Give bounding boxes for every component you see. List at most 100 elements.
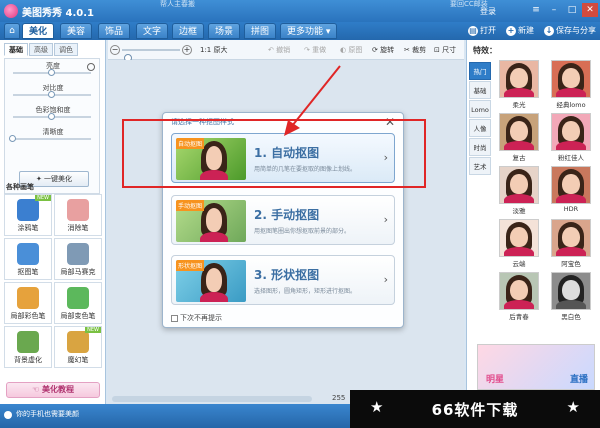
- effect-item[interactable]: 云端: [495, 219, 543, 270]
- magic-wand-icon: ✦: [35, 175, 45, 183]
- minimize-icon[interactable]: –: [546, 3, 562, 17]
- save-icon: ↓: [544, 26, 554, 36]
- status-text[interactable]: 你的手机也需要美颜: [16, 409, 79, 419]
- brush-4[interactable]: 局部彩色笔: [4, 282, 52, 324]
- menu-icon[interactable]: ≡: [528, 3, 544, 17]
- menu-tab[interactable]: 边框: [172, 23, 205, 39]
- watermark-text: 66软件下载: [431, 401, 519, 419]
- slider-track[interactable]: [13, 138, 91, 140]
- effect-item[interactable]: 经典lomo: [547, 60, 595, 111]
- effect-thumbnail: [499, 272, 539, 310]
- maximize-icon[interactable]: □: [564, 3, 580, 17]
- option-thumbnail: 手动抠图: [176, 200, 246, 242]
- menu-tab[interactable]: 拼图: [244, 23, 277, 39]
- horizontal-scrollbar[interactable]: [112, 396, 312, 402]
- brush-label: 局部彩色笔: [10, 312, 46, 320]
- effect-item[interactable]: 黑白色: [547, 272, 595, 323]
- zoom-out-icon[interactable]: −: [110, 45, 120, 55]
- sub-tab[interactable]: 基础: [4, 43, 28, 56]
- original-size-button[interactable]: 1:1 原大: [200, 44, 228, 56]
- ad-text-1: 明星: [486, 375, 505, 385]
- effect-category-tab[interactable]: Lomo: [469, 100, 491, 118]
- left-panel: 基础 高级 调色 亮度 对比度 色彩饱和度 清晰度 ✦ 一键美化 各种画笔 涂鸦笔 NEW 消…: [0, 40, 106, 408]
- menu-tab[interactable]: 美容: [60, 23, 93, 39]
- new-button[interactable]: + 新建: [506, 25, 534, 36]
- effect-label: 阿宝色: [561, 260, 581, 268]
- ad-banner[interactable]: 明星 直播: [477, 344, 595, 390]
- app-title: 美图秀秀 4.0.1: [22, 8, 94, 19]
- tutorial-button[interactable]: ☜ 美化教程: [6, 382, 100, 398]
- effect-category-tab[interactable]: 时尚: [469, 138, 491, 156]
- effect-thumbnail: [551, 272, 591, 310]
- undo-button[interactable]: ↶ 撤销: [268, 44, 290, 56]
- effect-label: 淡雅: [512, 207, 526, 215]
- save-share-button[interactable]: ↓ 保存与分享: [544, 25, 596, 36]
- effect-thumbnail: [499, 113, 539, 151]
- brush-0[interactable]: 涂鸦笔 NEW: [4, 194, 52, 236]
- menu-tab[interactable]: 更多功能 ▾: [280, 23, 338, 39]
- slider-knob[interactable]: [48, 113, 55, 120]
- effect-category-tab[interactable]: 热门: [469, 62, 491, 80]
- menu-tab[interactable]: 饰品: [98, 23, 131, 39]
- login-link[interactable]: 登录: [480, 6, 496, 17]
- ad-text-2: 直播: [569, 375, 588, 385]
- open-button[interactable]: ▤ 打开: [468, 25, 496, 36]
- brush-1[interactable]: 消除笔: [54, 194, 102, 236]
- zoom-slider[interactable]: [122, 49, 180, 62]
- brush-7[interactable]: 魔幻笔 NEW: [54, 326, 102, 368]
- brush-2[interactable]: 抠图笔: [4, 238, 52, 280]
- dont-show-checkbox[interactable]: [171, 314, 178, 322]
- slider-knob[interactable]: [48, 91, 55, 98]
- effect-item[interactable]: HDR: [547, 166, 595, 217]
- home-icon[interactable]: ⌂: [4, 23, 20, 39]
- effect-category-tab[interactable]: 艺术: [469, 157, 491, 175]
- menu-tab[interactable]: 场景: [208, 23, 241, 39]
- effect-thumbnail: [499, 60, 539, 98]
- effect-category-tab[interactable]: 基础: [469, 81, 491, 99]
- slider-knob[interactable]: [48, 69, 55, 76]
- sub-tab[interactable]: 高级: [29, 43, 53, 56]
- brush-6[interactable]: 背景虚化: [4, 326, 52, 368]
- mosaic-brush-icon: [67, 243, 89, 265]
- dont-show-again[interactable]: 下次不再提示: [171, 313, 222, 323]
- app-logo-icon: [4, 4, 18, 18]
- effect-category-tab[interactable]: 人像: [469, 119, 491, 137]
- menu-tab[interactable]: 美化: [22, 23, 55, 39]
- pointer-arrow-icon: [284, 65, 341, 136]
- effect-item[interactable]: 粉红佳人: [547, 113, 595, 164]
- menu-tab[interactable]: 文字: [136, 23, 169, 39]
- cutout-option-3[interactable]: 形状抠图 3. 形状抠图 选择图形，圆角矩形，矩形进行抠图。 ›: [171, 255, 395, 305]
- phone-icon: [4, 411, 12, 419]
- title-hint-left: 帮人主春搬: [160, 0, 195, 8]
- doodle-brush-icon: [17, 199, 39, 221]
- undo-icon: ↶: [268, 46, 277, 54]
- brush-5[interactable]: 局部变色笔: [54, 282, 102, 324]
- slider-label: 清晰度: [42, 128, 64, 136]
- sub-tab[interactable]: 调色: [54, 43, 78, 56]
- effect-item[interactable]: 复古: [495, 113, 543, 164]
- zoom-in-icon[interactable]: +: [182, 45, 192, 55]
- redo-button[interactable]: ↷ 重做: [304, 44, 326, 56]
- brush-3[interactable]: 局部马赛克: [54, 238, 102, 280]
- effect-label: 复古: [512, 154, 526, 162]
- original-image-button[interactable]: ◐ 原图: [340, 44, 362, 56]
- effect-item[interactable]: 淡雅: [495, 166, 543, 217]
- crop-button[interactable]: ✂ 裁剪: [404, 44, 426, 56]
- effect-label: 后青春: [509, 313, 529, 321]
- window-controls: ≡ – □ ✕: [528, 3, 598, 17]
- cutout-option-2[interactable]: 手动抠图 2. 手动抠图 用抠图笔圈出你想抠取前景的部分。 ›: [171, 195, 395, 245]
- effect-item[interactable]: 阿宝色: [547, 219, 595, 270]
- effect-item[interactable]: 后青春: [495, 272, 543, 323]
- brush-label: 抠图笔: [17, 268, 39, 276]
- new-badge: NEW: [35, 195, 51, 201]
- menu-bar: ⌂ 美化 美容 饰品 文字 边框 场景 拼图 更多功能 ▾ ▤ 打开 + 新建 ↓ 保存与分享: [0, 22, 600, 40]
- close-icon[interactable]: ✕: [582, 3, 598, 17]
- resize-button[interactable]: ⊡ 尺寸: [434, 44, 456, 56]
- title-bar: 美图秀秀 4.0.1 帮人主春搬 要回CC邮装 登录 ≡ – □ ✕: [0, 0, 600, 22]
- option-description: 用抠图笔圈出你想抠取前景的部分。: [254, 228, 351, 235]
- rotate-button[interactable]: ⟳ 旋转: [372, 44, 394, 56]
- brush-label: 背景虚化: [14, 356, 42, 364]
- top-actions: ▤ 打开 + 新建 ↓ 保存与分享: [468, 25, 596, 36]
- slider-knob[interactable]: [9, 135, 16, 142]
- effect-item[interactable]: 柔光: [495, 60, 543, 111]
